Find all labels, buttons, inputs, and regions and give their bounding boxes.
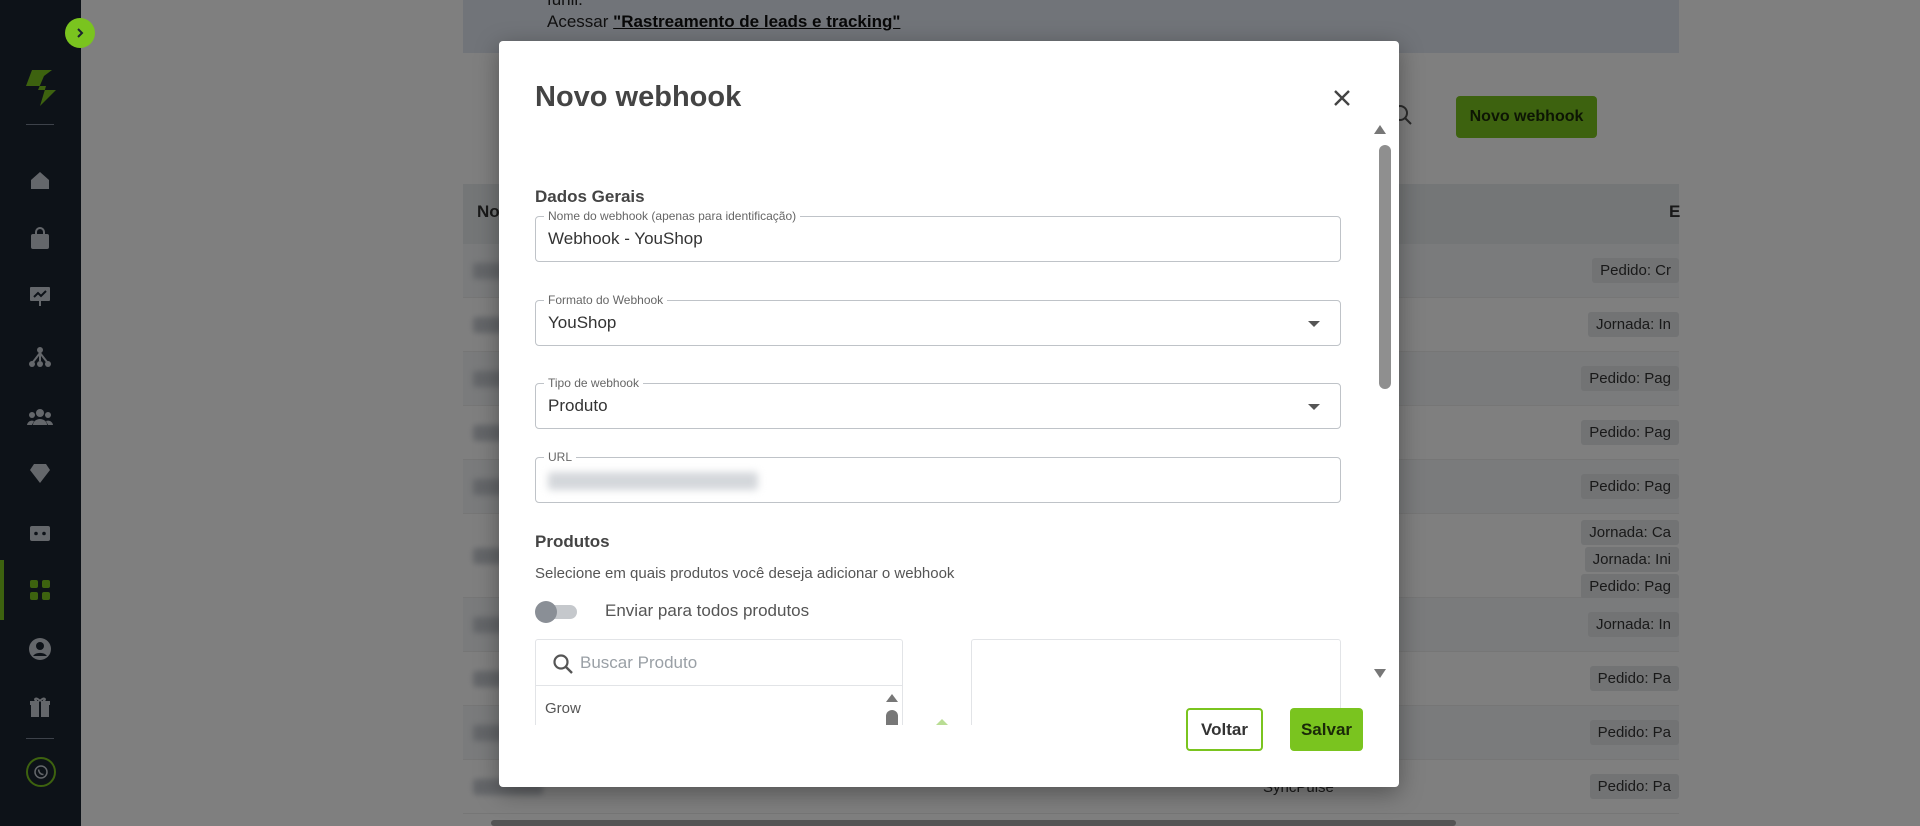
webhook-format-label: Formato do Webhook <box>544 293 668 307</box>
product-search-bar <box>536 640 902 686</box>
list-scrollbar-thumb[interactable] <box>886 710 898 725</box>
save-button[interactable]: Salvar <box>1290 708 1363 751</box>
toggle-knob[interactable] <box>535 601 557 623</box>
webhook-name-value[interactable]: Webhook - YouShop <box>548 229 703 249</box>
modal-scroll-up-arrow[interactable] <box>1374 125 1386 134</box>
modal-title: Novo webhook <box>535 81 742 113</box>
modal-body: Dados Gerais Nome do webhook (apenas par… <box>535 141 1351 725</box>
new-webhook-modal: Novo webhook Dados Gerais Nome do webhoo… <box>499 41 1399 787</box>
sidebar-expand-button[interactable] <box>65 18 95 48</box>
webhook-type-label: Tipo de webhook <box>544 376 643 390</box>
webhook-url-label: URL <box>544 450 577 464</box>
webhook-type-value[interactable]: Produto <box>548 396 608 416</box>
chevron-right-icon <box>77 28 84 38</box>
send-all-products-label: Enviar para todos produtos <box>605 601 810 620</box>
chevron-down-icon[interactable] <box>1308 404 1320 410</box>
available-products-list: Grow <box>535 639 903 725</box>
webhook-name-field[interactable]: Nome do webhook (apenas para identificaç… <box>535 209 1341 262</box>
modal-scrollbar-thumb[interactable] <box>1379 145 1391 389</box>
webhook-name-label: Nome do webhook (apenas para identificaç… <box>544 209 801 223</box>
products-description: Selecione em quais produtos você deseja … <box>535 565 955 582</box>
section-title-general: Dados Gerais <box>535 187 645 206</box>
section-title-products: Produtos <box>535 532 610 551</box>
webhook-format-select[interactable]: Formato do Webhook YouShop <box>535 293 1341 346</box>
chevron-down-icon[interactable] <box>1308 321 1320 327</box>
url-value-redacted[interactable] <box>548 472 758 490</box>
product-item[interactable]: Grow <box>545 700 581 717</box>
search-icon <box>552 653 574 680</box>
back-button[interactable]: Voltar <box>1186 708 1263 751</box>
close-button[interactable] <box>1329 85 1355 111</box>
list-scroll-up-arrow[interactable] <box>886 694 898 702</box>
transfer-arrow-icon[interactable] <box>935 719 949 725</box>
selected-products-list <box>971 639 1341 725</box>
webhook-type-select[interactable]: Tipo de webhook Produto <box>535 376 1341 429</box>
close-icon <box>1334 90 1350 106</box>
send-all-products-toggle[interactable] <box>535 601 577 623</box>
webhook-format-value[interactable]: YouShop <box>548 313 616 333</box>
product-search-input[interactable] <box>580 650 880 676</box>
modal-scroll-down-arrow[interactable] <box>1374 669 1386 678</box>
webhook-url-field[interactable]: URL <box>535 450 1341 503</box>
